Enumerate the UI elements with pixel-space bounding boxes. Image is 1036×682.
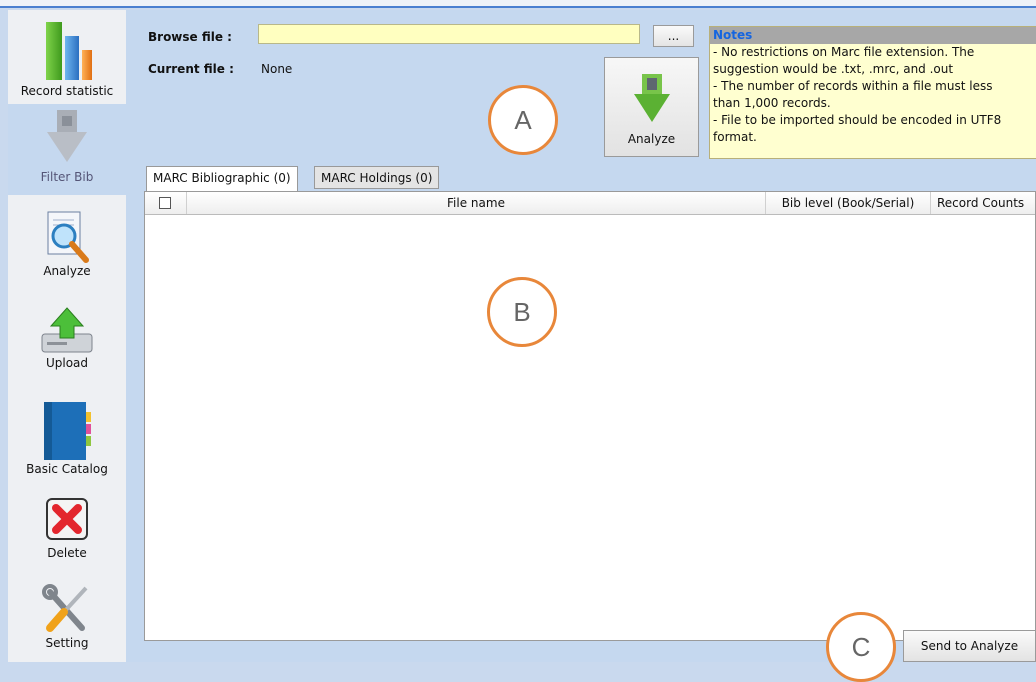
sidebar-item-label: Record statistic bbox=[20, 84, 114, 98]
table-header: File name Bib level (Book/Serial) Record… bbox=[145, 192, 1035, 215]
column-header-file-name[interactable]: File name bbox=[187, 192, 766, 214]
notes-title: Notes bbox=[710, 27, 1036, 44]
upload-drive-icon bbox=[41, 307, 93, 353]
notes-line: - File to be imported should be encoded … bbox=[713, 113, 1002, 127]
column-header-record-counts[interactable]: Record Counts bbox=[931, 192, 1036, 214]
sidebar-item-setting[interactable]: Setting bbox=[8, 584, 126, 664]
sidebar-item-upload[interactable]: Upload bbox=[8, 306, 126, 384]
send-to-analyze-button[interactable]: Send to Analyze bbox=[903, 630, 1036, 662]
notes-panel: Notes - No restrictions on Marc file ext… bbox=[709, 26, 1036, 159]
file-table: File name Bib level (Book/Serial) Record… bbox=[144, 191, 1036, 641]
sidebar-item-label: Delete bbox=[47, 546, 87, 560]
wrench-screwdriver-icon bbox=[42, 584, 88, 632]
main-panel: Browse file : ... Current file : None An… bbox=[126, 10, 1036, 682]
catalog-book-icon bbox=[44, 402, 91, 460]
sidebar-item-delete[interactable]: Delete bbox=[8, 498, 126, 578]
sidebar-item-analyze[interactable]: Analyze bbox=[8, 210, 126, 290]
current-file-value: None bbox=[261, 62, 293, 76]
notes-line: - The number of records within a file mu… bbox=[713, 79, 993, 93]
notes-line: suggestion would be .txt, .mrc, and .out bbox=[713, 62, 954, 76]
browse-file-input[interactable] bbox=[258, 24, 640, 44]
red-x-icon bbox=[46, 498, 88, 540]
sidebar-item-label: Upload bbox=[45, 356, 89, 370]
magnifier-document-icon bbox=[47, 211, 89, 263]
current-file-label: Current file : bbox=[148, 62, 234, 76]
notes-line: format. bbox=[713, 130, 757, 144]
callout-a: A bbox=[488, 85, 558, 155]
notes-line: than 1,000 records. bbox=[713, 96, 831, 110]
notes-line: - No restrictions on Marc file extension… bbox=[713, 45, 975, 59]
bar-chart-icon bbox=[46, 22, 92, 80]
sidebar-item-basic-catalog[interactable]: Basic Catalog bbox=[8, 400, 126, 480]
analyze-button[interactable]: Analyze bbox=[604, 57, 699, 157]
sidebar-item-filter-bib[interactable]: Filter Bib bbox=[8, 104, 126, 195]
analyze-button-label: Analyze bbox=[627, 132, 676, 146]
column-header-bib-level[interactable]: Bib level (Book/Serial) bbox=[766, 192, 931, 214]
tab-marc-bibliographic[interactable]: MARC Bibliographic (0) bbox=[146, 166, 298, 191]
sidebar: Record statistic Filter Bib Analyze Uplo… bbox=[8, 10, 127, 662]
browse-file-label: Browse file : bbox=[148, 30, 232, 44]
sidebar-item-record-statistic[interactable]: Record statistic bbox=[8, 10, 126, 102]
download-arrow-icon bbox=[633, 74, 670, 122]
sidebar-item-label: Analyze bbox=[43, 264, 91, 278]
select-all-column bbox=[145, 192, 187, 214]
sidebar-item-label: Basic Catalog bbox=[26, 462, 108, 476]
sidebar-item-label: Filter Bib bbox=[40, 170, 94, 184]
callout-c: C bbox=[826, 612, 896, 682]
callout-b: B bbox=[487, 277, 557, 347]
select-all-checkbox[interactable] bbox=[159, 197, 171, 209]
browse-button[interactable]: ... bbox=[653, 25, 694, 47]
filter-arrow-icon bbox=[47, 110, 87, 162]
window-top-strip bbox=[0, 0, 1036, 8]
tab-marc-holdings[interactable]: MARC Holdings (0) bbox=[314, 166, 440, 189]
sidebar-item-label: Setting bbox=[45, 636, 89, 650]
